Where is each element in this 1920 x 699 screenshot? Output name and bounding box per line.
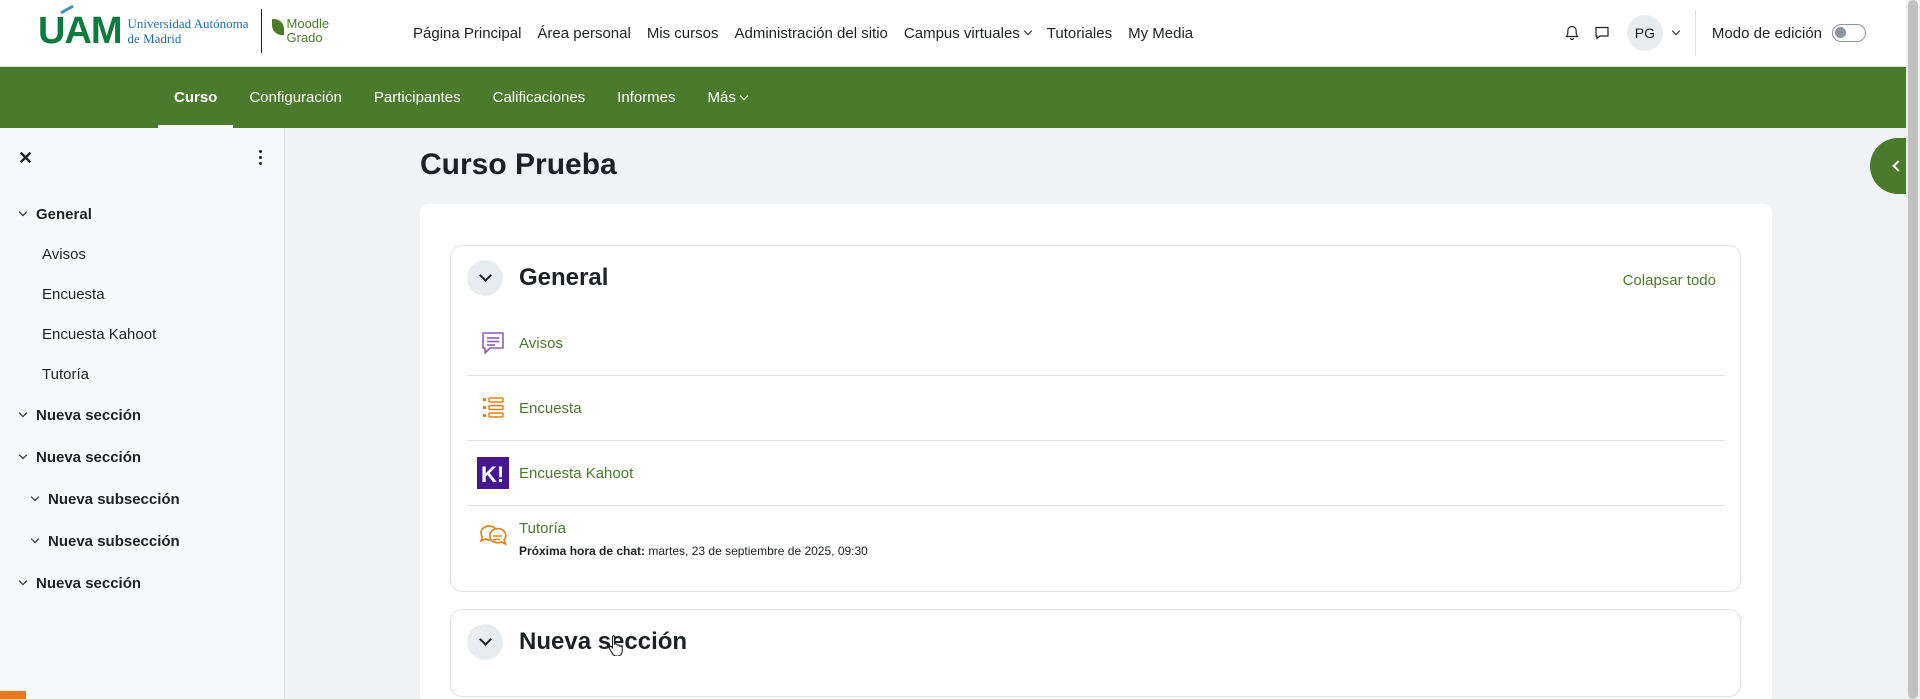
- activity-link[interactable]: Tutoría: [519, 520, 566, 537]
- hand-cursor-icon: [607, 634, 625, 661]
- nav-campus-virtuales[interactable]: Campus virtuales: [896, 25, 1039, 42]
- page-scrollbar[interactable]: [1906, 0, 1920, 699]
- activity-link[interactable]: Avisos: [519, 335, 563, 352]
- navbar-divider: [1694, 10, 1696, 56]
- moodle-grado-logo: Moodle Grado: [271, 17, 329, 45]
- page-title: Curso Prueba: [420, 148, 617, 181]
- course-index-drawer: ✕ General Avisos Encuesta Encuesta Kahoo…: [0, 128, 285, 699]
- index-activity-encuesta-kahoot[interactable]: Encuesta Kahoot: [0, 314, 285, 354]
- user-avatar[interactable]: PG: [1626, 15, 1663, 51]
- activity-link[interactable]: Encuesta Kahoot: [519, 465, 633, 482]
- chevron-down-icon[interactable]: [18, 450, 28, 460]
- tab-curso[interactable]: Curso: [158, 67, 234, 128]
- index-section-nueva-seccion[interactable]: Nueva sección: [0, 436, 285, 478]
- activity-tutoria: Tutoría Próxima hora de chat: martes, 23…: [467, 506, 1725, 586]
- chat-icon: [477, 520, 509, 552]
- section-collapse-button[interactable]: [467, 624, 503, 660]
- notifications-bell-icon[interactable]: [1557, 18, 1587, 48]
- nav-my-media[interactable]: My Media: [1120, 25, 1201, 42]
- edit-mode-label: Modo de edición: [1711, 24, 1822, 42]
- activity-avisos: Avisos: [467, 311, 1725, 376]
- index-activity-avisos[interactable]: Avisos: [0, 234, 285, 274]
- forum-icon: [477, 327, 509, 359]
- chevron-down-icon[interactable]: [30, 534, 40, 544]
- footer-popover-tab[interactable]: [0, 691, 26, 699]
- chat-next-time: Próxima hora de chat: martes, 23 de sept…: [519, 544, 868, 558]
- chevron-left-icon: [1892, 160, 1904, 172]
- course-content-card: General Colapsar todo Avisos Encuesta K!…: [420, 204, 1772, 699]
- svg-text:K!: K!: [481, 462, 504, 487]
- logo-divider: [260, 9, 262, 53]
- chevron-down-icon[interactable]: [18, 576, 28, 586]
- index-subsection-nueva-subseccion[interactable]: Nueva subsección: [0, 478, 285, 520]
- index-activity-tutoria[interactable]: Tutoría: [0, 354, 285, 394]
- chevron-down-icon[interactable]: [18, 408, 28, 418]
- chevron-down-icon: [739, 91, 749, 100]
- section-title[interactable]: General: [519, 264, 608, 292]
- tab-calificaciones[interactable]: Calificaciones: [477, 67, 602, 128]
- course-section-general: General Colapsar todo Avisos Encuesta K!…: [450, 245, 1741, 592]
- chevron-down-icon[interactable]: [30, 492, 40, 502]
- tab-configuracion[interactable]: Configuración: [233, 67, 358, 128]
- university-name: Universidad Autónoma de Madrid: [127, 16, 249, 46]
- index-section-nueva-seccion[interactable]: Nueva sección: [0, 562, 285, 604]
- index-section-general[interactable]: General: [0, 194, 285, 234]
- tab-mas[interactable]: Más: [692, 67, 763, 128]
- nav-area-personal[interactable]: Área personal: [529, 25, 638, 42]
- activity-encuesta: Encuesta: [467, 376, 1725, 441]
- user-menu-chevron-down-icon[interactable]: [1671, 26, 1681, 36]
- top-navbar: UAM Universidad Autónoma de Madrid Moodl…: [0, 0, 1906, 67]
- nav-mis-cursos[interactable]: Mis cursos: [639, 25, 727, 42]
- tab-participantes[interactable]: Participantes: [358, 67, 477, 128]
- edit-mode-toggle[interactable]: [1832, 24, 1866, 42]
- section-title[interactable]: Nueva sección: [519, 628, 687, 656]
- chevron-down-icon: [478, 269, 492, 282]
- index-activity-encuesta[interactable]: Encuesta: [0, 274, 285, 314]
- chevron-down-icon: [1023, 26, 1033, 36]
- moodle-leaf-icon: [271, 19, 284, 35]
- course-section-nueva-seccion: Nueva sección: [450, 609, 1741, 697]
- primary-navigation: Página Principal Área personal Mis curso…: [405, 0, 1201, 66]
- survey-icon: [477, 392, 509, 424]
- index-section-nueva-seccion[interactable]: Nueva sección: [0, 394, 285, 436]
- kahoot-icon: K!: [477, 457, 509, 489]
- chevron-down-icon[interactable]: [18, 207, 28, 217]
- activity-link[interactable]: Encuesta: [519, 400, 582, 417]
- index-subsection-nueva-subseccion[interactable]: Nueva subsección: [0, 520, 285, 562]
- more-options-icon[interactable]: [250, 150, 270, 170]
- nav-pagina-principal[interactable]: Página Principal: [405, 25, 529, 42]
- activity-encuesta-kahoot: K! Encuesta Kahoot: [467, 441, 1725, 506]
- messages-icon[interactable]: [1587, 18, 1617, 48]
- collapse-all-link[interactable]: Colapsar todo: [1623, 272, 1716, 289]
- site-logo[interactable]: UAM Universidad Autónoma de Madrid Moodl…: [38, 4, 329, 54]
- uam-logo-mark: UAM: [38, 4, 123, 50]
- chevron-down-icon: [478, 633, 492, 646]
- section-collapse-button[interactable]: [467, 260, 503, 296]
- course-secondary-navigation: Curso Configuración Participantes Califi…: [0, 67, 1906, 128]
- tab-informes[interactable]: Informes: [601, 67, 691, 128]
- scrollbar-thumb[interactable]: [1908, 0, 1918, 699]
- course-index: General Avisos Encuesta Encuesta Kahoot …: [0, 194, 285, 604]
- nav-administracion[interactable]: Administración del sitio: [727, 25, 896, 42]
- close-icon[interactable]: ✕: [18, 148, 33, 169]
- nav-tutoriales[interactable]: Tutoriales: [1039, 25, 1120, 42]
